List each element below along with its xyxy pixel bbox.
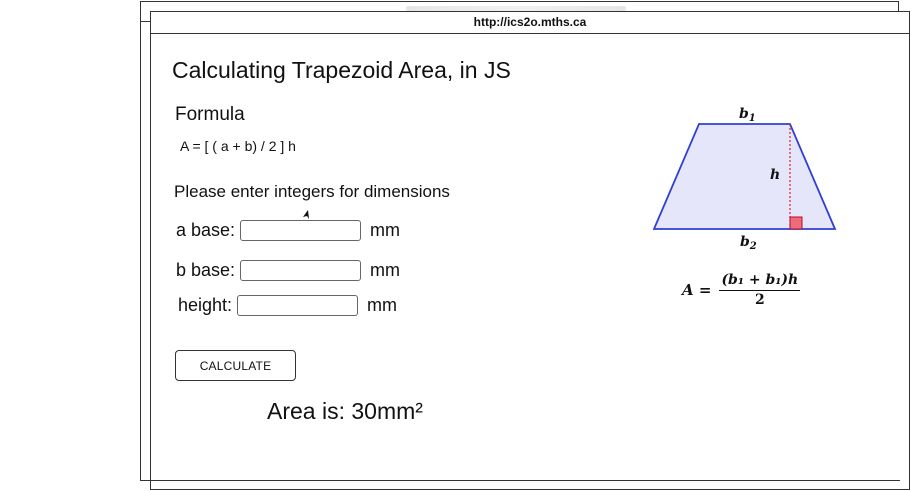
- height-row: height: mm: [178, 295, 397, 316]
- height-input[interactable]: [237, 295, 359, 316]
- area-result: Area is: 30mm²: [267, 398, 423, 424]
- page-title: Calculating Trapezoid Area, in JS: [172, 57, 511, 83]
- b-base-unit: mm: [370, 260, 401, 280]
- a-base-input[interactable]: [240, 220, 362, 241]
- area-formula-fraction: (b₁ + b₁)h 2: [719, 272, 801, 308]
- area-formula: A = (b₁ + b₁)h 2: [682, 272, 801, 308]
- right-angle-marker: [789, 216, 803, 230]
- height-symbol-label: h: [770, 167, 780, 183]
- window-url-title: http://ics2o.mths.ca: [151, 12, 909, 34]
- trapezoid-shape: [652, 123, 837, 230]
- mouse-cursor-icon: [303, 210, 309, 219]
- formula-text: A = [ ( a + b) / 2 ] h: [180, 138, 296, 154]
- b-base-row: b base: mm: [176, 260, 400, 281]
- area-formula-denominator: 2: [754, 292, 765, 308]
- calculate-button[interactable]: CALCULATE: [175, 350, 296, 381]
- height-unit: mm: [367, 295, 398, 315]
- trapezoid-diagram: b1 h b2: [652, 106, 837, 252]
- formula-heading: Formula: [175, 104, 245, 125]
- area-formula-numerator: (b₁ + b₁)h: [719, 272, 801, 291]
- bottom-base-label: b2: [740, 234, 757, 252]
- b-base-label: b base:: [176, 260, 236, 280]
- a-base-row: a base: mm: [176, 220, 400, 241]
- height-label: height:: [178, 295, 233, 315]
- a-base-label: a base:: [176, 220, 236, 240]
- area-formula-lhs: A =: [682, 281, 712, 299]
- page-bottom-border: [151, 480, 900, 481]
- b-base-input[interactable]: [240, 260, 362, 281]
- a-base-unit: mm: [370, 220, 401, 240]
- instructions-text: Please enter integers for dimensions: [174, 182, 450, 201]
- top-base-label: b1: [739, 106, 756, 124]
- screen: http://ics2o.mths.ca Calculating Trapezo…: [0, 0, 911, 491]
